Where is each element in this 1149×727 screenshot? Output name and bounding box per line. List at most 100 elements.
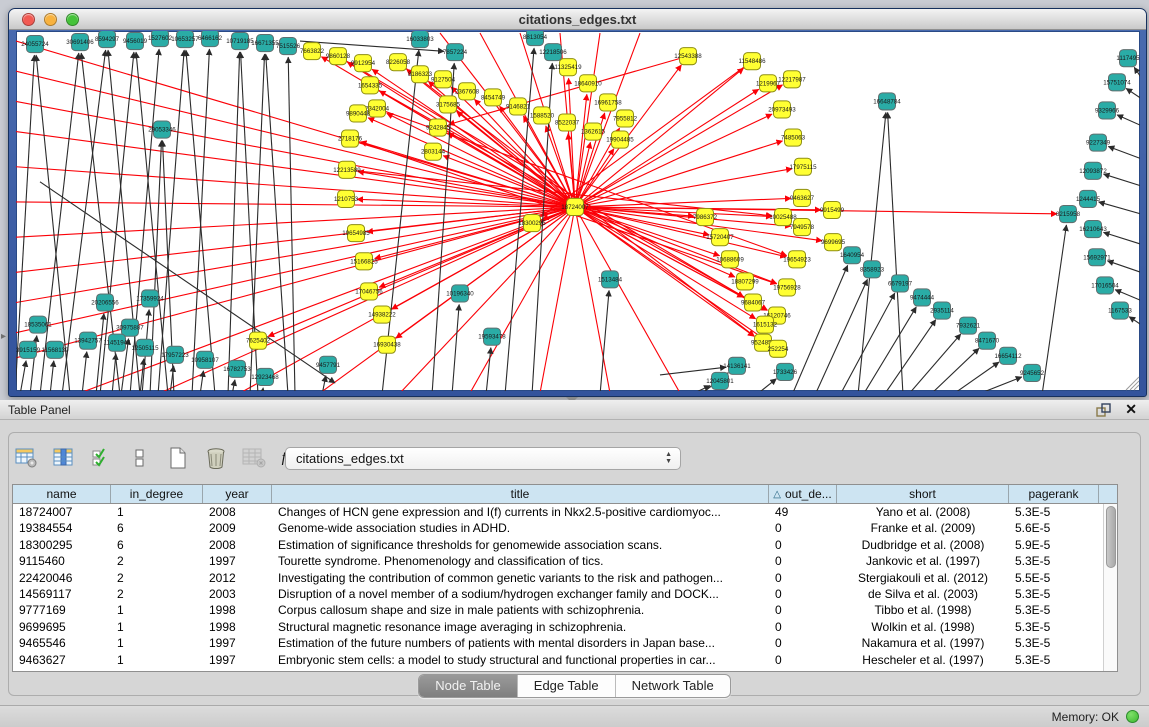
- tab-edge-table[interactable]: Edge Table: [518, 675, 616, 697]
- resize-grip-icon[interactable]: [1126, 377, 1139, 390]
- graph-node[interactable]: 7986372: [693, 208, 718, 225]
- graph-node[interactable]: 19593478: [478, 328, 506, 345]
- graph-node[interactable]: 9699695: [821, 234, 846, 251]
- graph-node[interactable]: 3915159: [16, 341, 41, 358]
- graph-node[interactable]: 9456019: [123, 33, 148, 50]
- graph-node[interactable]: 1527602: [148, 31, 173, 47]
- graph-node[interactable]: 8186323: [408, 66, 433, 83]
- graph-node[interactable]: 7857224: [443, 44, 468, 61]
- graph-node[interactable]: 7949578: [790, 219, 815, 236]
- graph-node[interactable]: 30691406: [66, 34, 94, 51]
- graph-node[interactable]: 8813054: [523, 31, 548, 46]
- table-row[interactable]: 977716911998Corpus callosum shape and si…: [13, 602, 1117, 618]
- table-row[interactable]: 2242004622012Investigating the contribut…: [13, 570, 1117, 586]
- column-header-title[interactable]: title: [272, 485, 769, 503]
- table-row[interactable]: 1456911722003Disruption of a novel membe…: [13, 586, 1117, 602]
- deselect-rows-button[interactable]: [128, 446, 152, 470]
- float-panel-icon[interactable]: [1096, 403, 1111, 417]
- graph-node[interactable]: 6679197: [888, 275, 913, 292]
- delete-trash-button[interactable]: [204, 446, 228, 470]
- delete-table-button-disabled[interactable]: [242, 446, 266, 470]
- graph-node[interactable]: 12218506: [539, 44, 567, 61]
- new-document-button[interactable]: [166, 446, 190, 470]
- network-view[interactable]: 1872400718300295766382298601289912954165…: [16, 31, 1140, 391]
- column-header-out_de[interactable]: △out_de...: [769, 485, 837, 503]
- graph-node[interactable]: 7625402: [246, 332, 271, 349]
- graph-node[interactable]: 7955812: [613, 110, 638, 127]
- graph-node[interactable]: 9860128: [326, 48, 351, 65]
- graph-node[interactable]: 18535061: [24, 316, 52, 333]
- graph-node[interactable]: 10719185: [226, 33, 254, 50]
- graph-node[interactable]: 10958107: [191, 351, 219, 368]
- column-header-short[interactable]: short: [837, 485, 1009, 503]
- graph-node[interactable]: 9474444: [910, 289, 935, 306]
- graph-node[interactable]: 20973493: [768, 101, 796, 118]
- graph-node[interactable]: 1244415: [1076, 190, 1101, 207]
- graph-node[interactable]: 8454749: [481, 89, 506, 106]
- graph-node[interactable]: 1167533: [1108, 302, 1132, 319]
- graph-node[interactable]: 19756928: [773, 279, 801, 296]
- graph-node[interactable]: 11548486: [738, 53, 766, 70]
- table-row[interactable]: 969969511998Structural magnetic resonanc…: [13, 619, 1117, 635]
- graph-node[interactable]: 15166825: [350, 253, 378, 270]
- graph-node[interactable]: 9329966: [1095, 102, 1120, 119]
- graph-node[interactable]: 12093872: [1079, 162, 1107, 179]
- vertical-scrollbar[interactable]: [1103, 504, 1117, 671]
- graph-node[interactable]: 6466162: [198, 31, 223, 47]
- table-row[interactable]: 1830029562008Estimation of significance …: [13, 537, 1117, 553]
- graph-node[interactable]: 12923468: [251, 368, 279, 385]
- graph-node[interactable]: 16210643: [1079, 221, 1107, 238]
- graph-node[interactable]: 7932621: [956, 317, 981, 334]
- graph-node[interactable]: 1219967: [756, 75, 781, 92]
- graph-node[interactable]: 17016504: [1091, 277, 1119, 294]
- graph-node[interactable]: 8358923: [860, 261, 885, 278]
- graph-node[interactable]: 12543388: [674, 48, 702, 65]
- graph-node[interactable]: 2803144: [421, 143, 446, 160]
- graph-node[interactable]: 16961758: [594, 94, 622, 111]
- graph-node[interactable]: 17975115: [789, 158, 817, 175]
- graph-node[interactable]: 9463627: [790, 189, 815, 206]
- column-header-pagerank[interactable]: pagerank: [1009, 485, 1099, 503]
- table-row[interactable]: 946362711997Embryonic stem cells: a mode…: [13, 652, 1117, 668]
- graph-node[interactable]: 7663822: [300, 43, 325, 60]
- graph-node[interactable]: 8226058: [386, 54, 411, 71]
- graph-node[interactable]: 15751074: [1103, 74, 1131, 91]
- table-row[interactable]: 911546021997Tourette syndrome. Phenomeno…: [13, 553, 1117, 569]
- graph-node[interactable]: 9227349: [1086, 134, 1111, 151]
- graph-node[interactable]: 9127504: [431, 71, 456, 88]
- table-row[interactable]: 1938455462009Genome-wide association stu…: [13, 520, 1117, 536]
- graph-node[interactable]: 9245652: [1020, 364, 1045, 381]
- graph-node[interactable]: 14136141: [723, 357, 751, 374]
- graph-node[interactable]: 2935114: [930, 302, 954, 319]
- table-options-button[interactable]: [14, 446, 38, 470]
- graph-node[interactable]: 20206556: [91, 294, 119, 311]
- graph-node[interactable]: 8471670: [975, 332, 1000, 349]
- graph-node[interactable]: 30975887: [116, 319, 144, 336]
- graph-node[interactable]: 10196340: [446, 285, 474, 302]
- graph-node[interactable]: 9457791: [316, 356, 341, 373]
- graph-node[interactable]: 8522037: [555, 114, 580, 131]
- column-header-name[interactable]: name: [13, 485, 111, 503]
- graph-node[interactable]: 1588520: [530, 107, 555, 124]
- close-panel-icon[interactable]: ✕: [1125, 401, 1137, 418]
- graph-node[interactable]: 1362615: [581, 123, 606, 140]
- graph-node[interactable]: 7485063: [781, 129, 806, 146]
- graph-node[interactable]: 7515526: [276, 38, 301, 55]
- graph-node[interactable]: 11325419: [554, 59, 582, 76]
- network-canvas[interactable]: 1872400718300295766382298601289912954165…: [16, 31, 1140, 391]
- sidebar-collapse-arrow-icon[interactable]: ▸: [1, 331, 6, 342]
- graph-node[interactable]: 15692971: [1083, 249, 1111, 266]
- graph-node[interactable]: 1117495: [1116, 50, 1140, 67]
- tab-node-table[interactable]: Node Table: [419, 675, 518, 697]
- graph-node[interactable]: 8215958: [1056, 205, 1081, 222]
- show-columns-button[interactable]: [52, 446, 76, 470]
- graph-node[interactable]: 12213589: [333, 161, 361, 178]
- graph-node[interactable]: 9146821: [506, 98, 531, 115]
- column-header-year[interactable]: year: [203, 485, 272, 503]
- column-header-in_degree[interactable]: in_degree: [111, 485, 203, 503]
- graph-node[interactable]: 2718176: [338, 130, 363, 147]
- graph-node[interactable]: 2367608: [455, 83, 480, 100]
- graph-node[interactable]: 252254: [768, 340, 789, 357]
- tab-network-table[interactable]: Network Table: [616, 675, 730, 697]
- graph-node[interactable]: 9912954: [351, 55, 376, 72]
